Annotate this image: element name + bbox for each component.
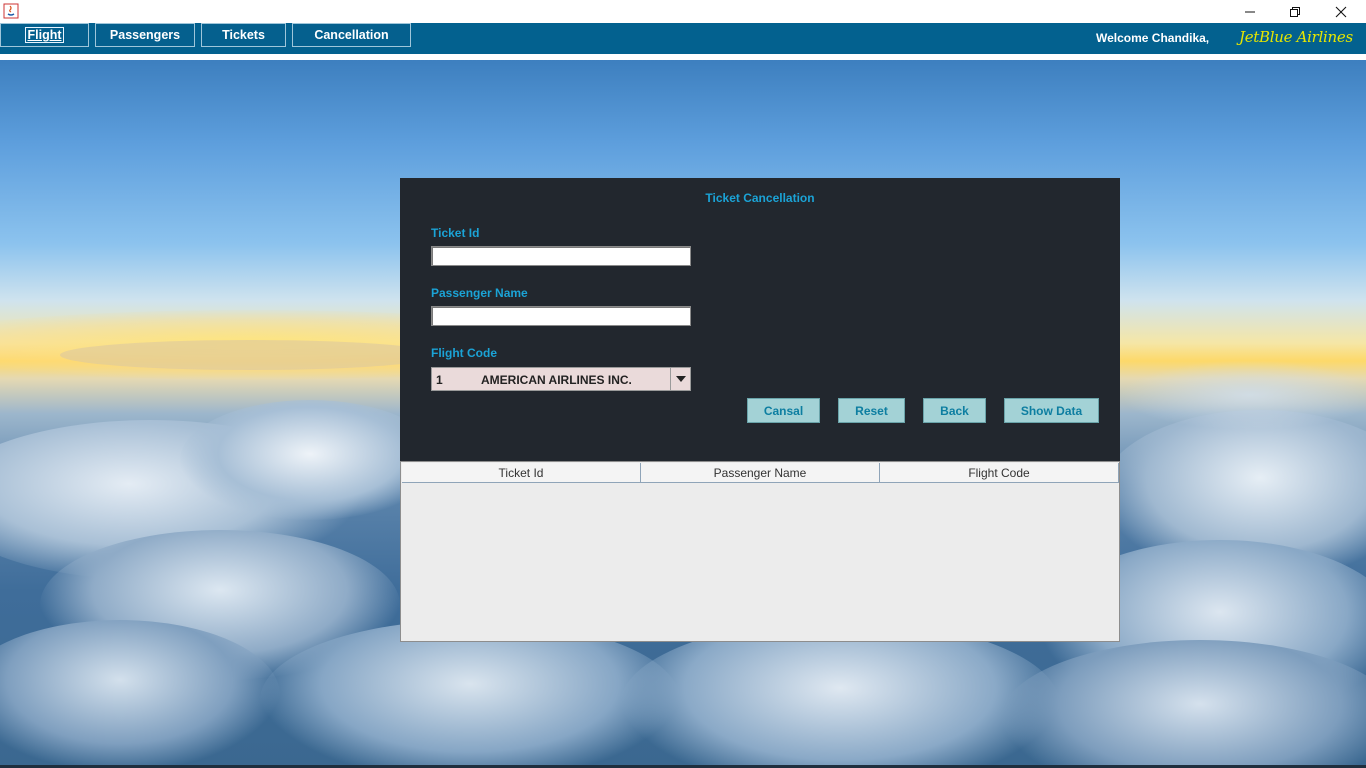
menu-flight-button[interactable]: Flight	[0, 23, 89, 47]
show-data-button[interactable]: Show Data	[1004, 398, 1099, 423]
menu-passengers-label: Passengers	[109, 28, 181, 42]
menu-tickets-button[interactable]: Tickets	[201, 23, 286, 47]
flight-code-selected-code: 1	[436, 373, 443, 387]
ticket-id-label: Ticket Id	[431, 226, 480, 240]
restore-button[interactable]	[1272, 0, 1318, 23]
passenger-name-input[interactable]	[431, 306, 691, 326]
flight-code-label: Flight Code	[431, 346, 497, 360]
panel-title: Ticket Cancellation	[705, 191, 815, 205]
brand-logo-text: JetBlue Airlines	[1239, 28, 1353, 46]
ticket-cancellation-panel: Ticket Cancellation Ticket Id Passenger …	[400, 178, 1120, 461]
tickets-table: Ticket Id Passenger Name Flight Code	[400, 461, 1120, 642]
table-header: Ticket Id Passenger Name Flight Code	[402, 463, 1119, 483]
menu-cancellation-label: Cancellation	[314, 28, 389, 42]
column-header-ticket-id[interactable]: Ticket Id	[402, 463, 641, 482]
column-header-flight-code[interactable]: Flight Code	[880, 463, 1119, 482]
window-title-bar	[0, 0, 1366, 23]
reset-button[interactable]: Reset	[838, 398, 905, 423]
menu-cancellation-button[interactable]: Cancellation	[292, 23, 411, 47]
ticket-id-input[interactable]	[431, 246, 691, 266]
menu-flight-label: Flight	[25, 27, 64, 43]
menu-tickets-label: Tickets	[222, 28, 265, 42]
close-button[interactable]	[1318, 0, 1364, 23]
chevron-down-icon	[675, 376, 686, 382]
back-button[interactable]: Back	[923, 398, 986, 423]
flight-code-dropdown[interactable]: 1 AMERICAN AIRLINES INC.	[431, 367, 691, 391]
java-app-icon	[3, 3, 19, 19]
minimize-icon	[1245, 11, 1255, 12]
flight-code-selected-name: AMERICAN AIRLINES INC.	[481, 373, 632, 387]
menu-passengers-button[interactable]: Passengers	[95, 23, 195, 47]
welcome-text: Welcome Chandika,	[1096, 31, 1210, 45]
table-body[interactable]	[402, 484, 1119, 641]
close-icon	[1335, 6, 1347, 17]
restore-icon	[1290, 6, 1300, 17]
minimize-button[interactable]	[1227, 0, 1273, 23]
cancel-ticket-button[interactable]: Cansal	[747, 398, 820, 423]
column-header-passenger-name[interactable]: Passenger Name	[641, 463, 880, 482]
passenger-name-label: Passenger Name	[431, 286, 528, 300]
dropdown-arrow-button[interactable]	[670, 368, 690, 390]
